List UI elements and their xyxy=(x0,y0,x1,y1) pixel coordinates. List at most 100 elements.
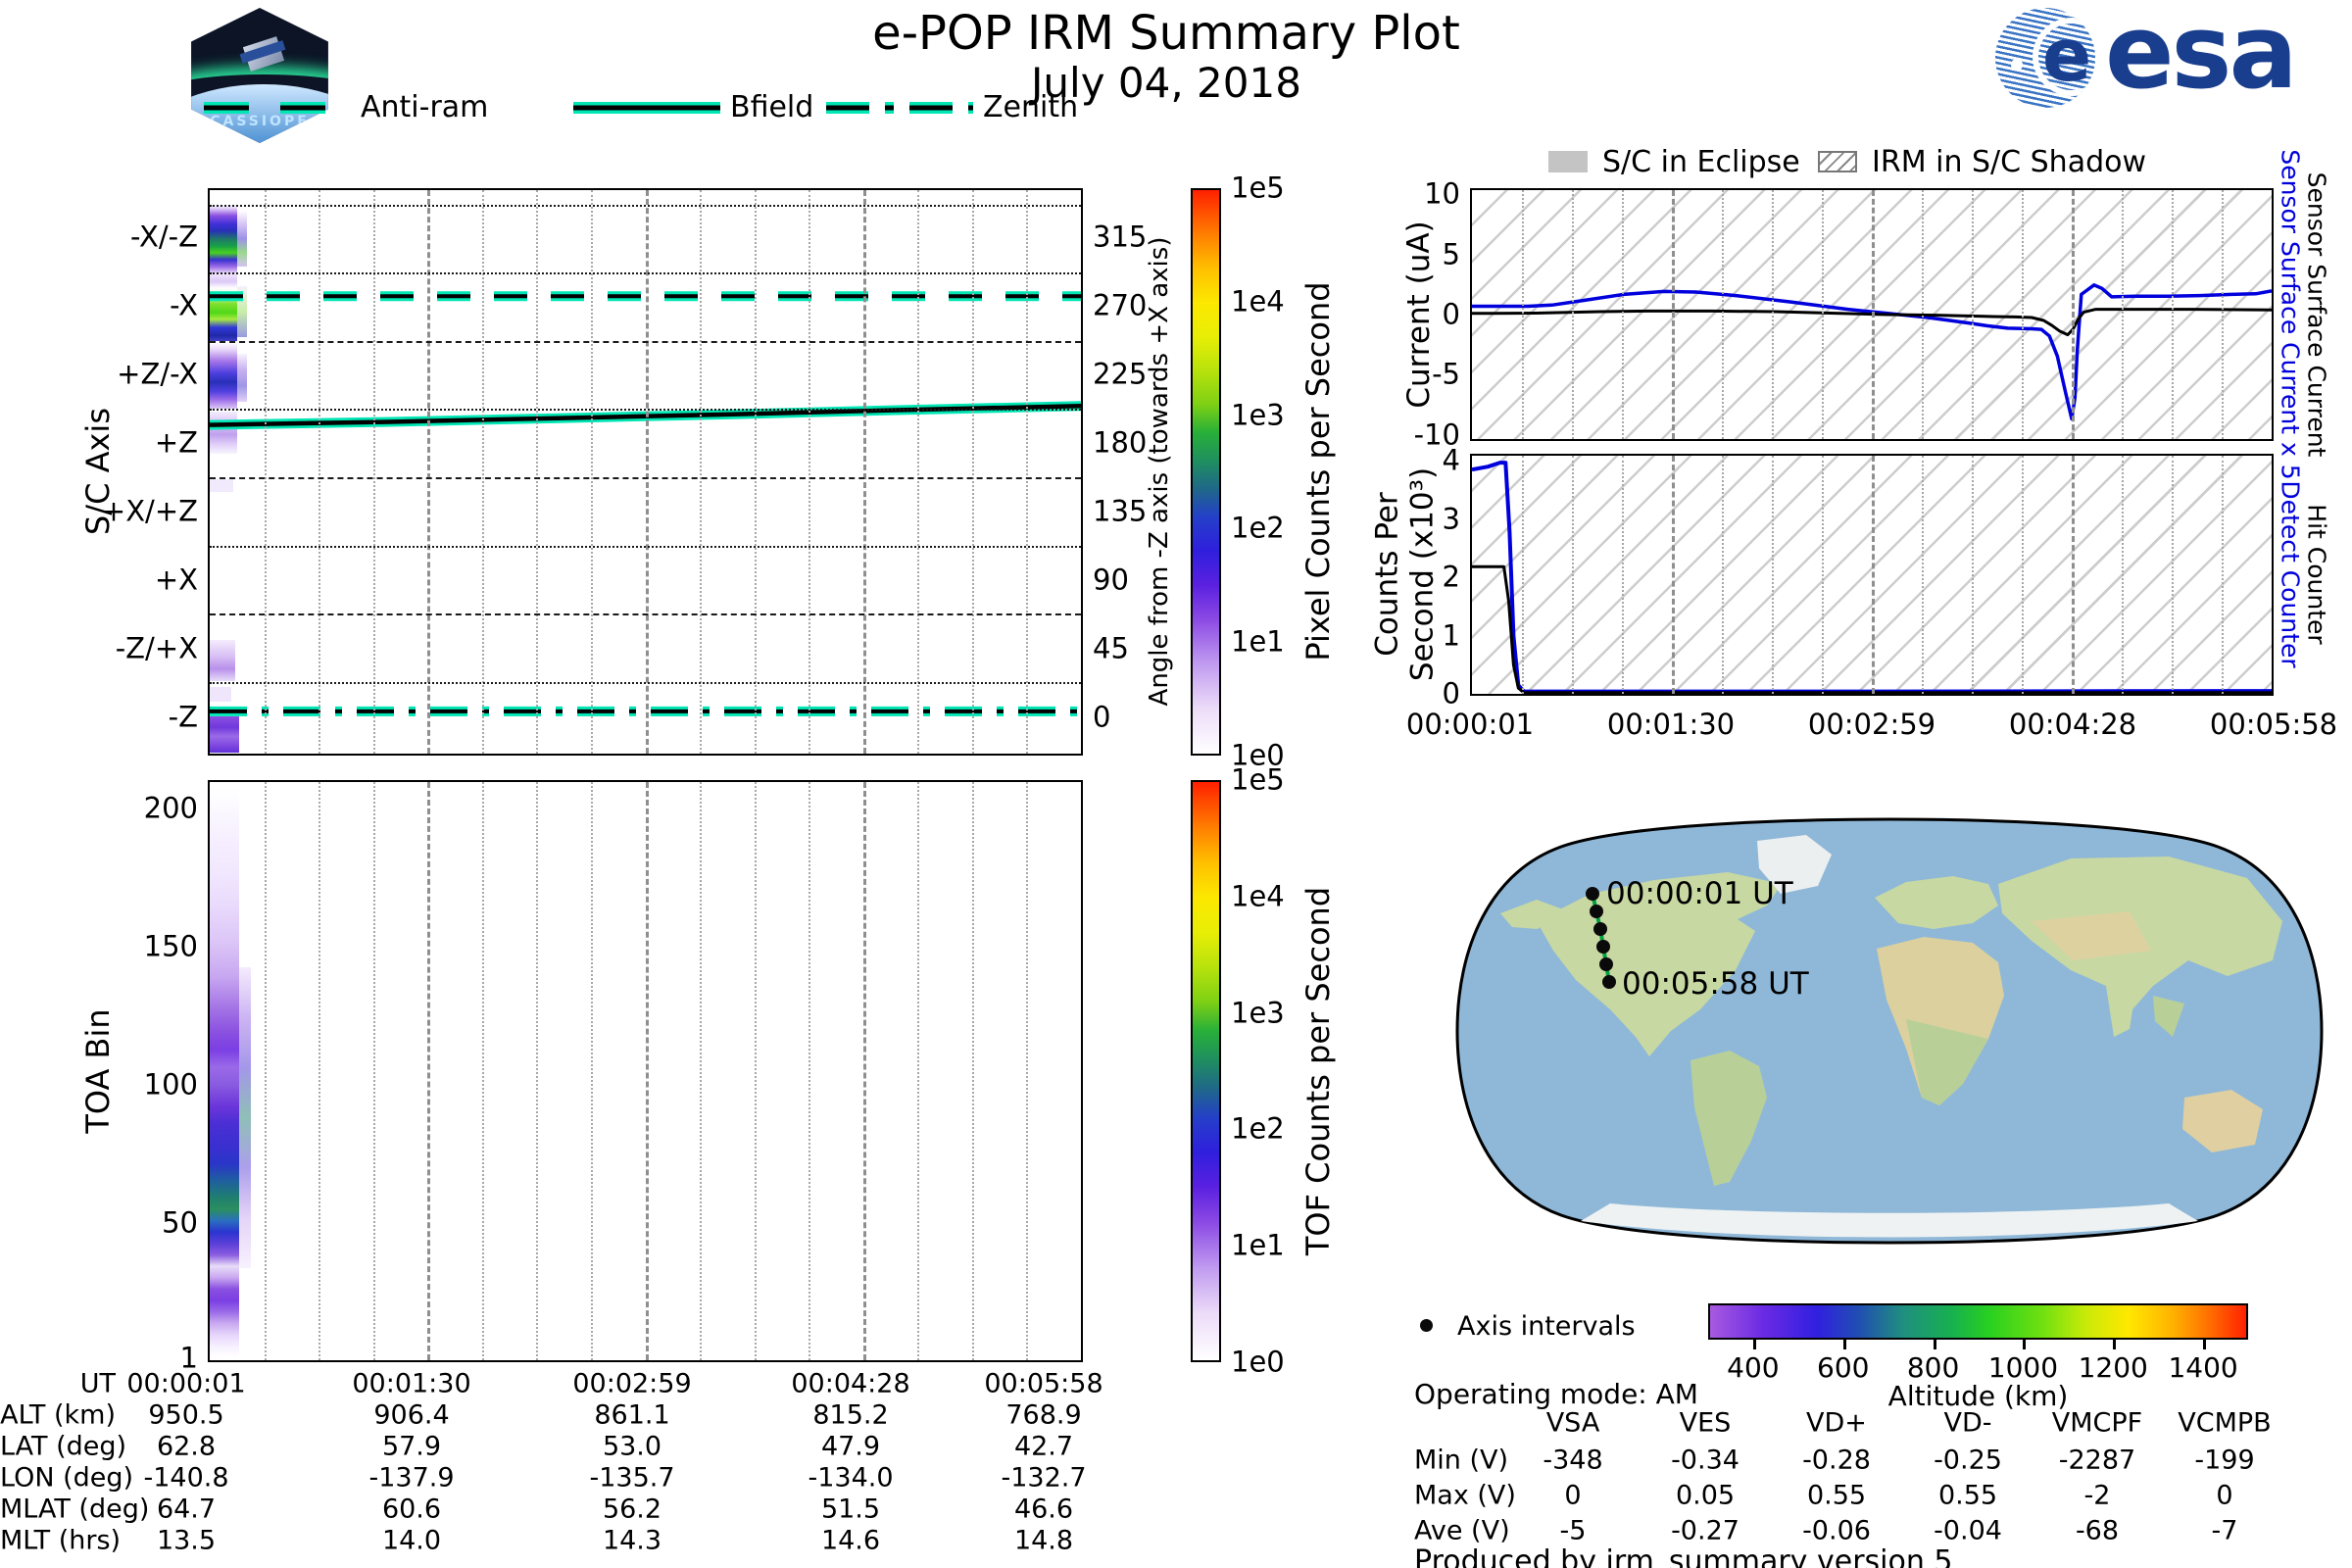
time-tick-label: 00:00:01 xyxy=(1405,708,1535,741)
grid-line xyxy=(971,782,974,1360)
ephemeris-cell: -135.7 xyxy=(589,1462,675,1494)
sector-boundary-line xyxy=(210,476,1081,479)
altitude-tick-mark xyxy=(1842,1340,1846,1349)
colorbar-tick-label: 1e5 xyxy=(1231,171,1285,205)
grid-line xyxy=(427,190,431,754)
voltage-cell: -7 xyxy=(2211,1515,2238,1546)
ephemeris-cell: 00:00:01 xyxy=(126,1368,246,1399)
legend-label-zenith: Zenith xyxy=(983,90,1079,124)
sc-axis-sector-label: +X xyxy=(154,563,198,597)
voltage-cell: -0.27 xyxy=(1671,1515,1740,1546)
voltage-table: VSA VES VD+ VD- VMCPF VCMPB Min (V) -348 -0.34 -0… xyxy=(1414,1409,2335,1546)
time-axis-labels: 00:00:01 00:01:30 00:02:59 00:04:28 00:05:58 xyxy=(1406,708,2337,743)
ephemeris-cell: 861.1 xyxy=(594,1399,670,1431)
ephemeris-cell: 64.7 xyxy=(156,1494,217,1525)
sector-boundary-line xyxy=(210,545,1081,548)
ephemeris-cell: 00:05:58 xyxy=(984,1368,1103,1399)
tof-colorbar-ticks: 1e5 1e4 1e3 1e2 1e1 1e0 xyxy=(1231,765,1309,1376)
time-tick-label: 00:05:58 xyxy=(2209,708,2338,741)
esa-wordmark: esa xyxy=(2105,0,2298,112)
colorbar-tick-label: 1e0 xyxy=(1231,1345,1285,1379)
voltage-col-header: VCMPB xyxy=(2178,1407,2272,1439)
grid-line xyxy=(1972,190,1974,439)
grid-line xyxy=(2172,456,2174,694)
grid-line xyxy=(1622,190,1624,439)
grid-line xyxy=(481,190,484,754)
voltage-cell: 0.55 xyxy=(1806,1480,1867,1511)
grid-line xyxy=(1872,456,1875,694)
ephemeris-table: UT 00:00:01 00:01:30 00:02:59 00:04:28 00:05:… xyxy=(0,1370,1156,1566)
ephemeris-cell: 51.5 xyxy=(820,1494,881,1525)
angle-tick-label: 270 xyxy=(1093,288,1148,322)
grid-line xyxy=(1572,190,1574,439)
ephemeris-cell: 13.5 xyxy=(156,1525,217,1556)
sector-boundary-line xyxy=(210,204,1081,207)
sc-axis-sector-label: +Z xyxy=(154,425,198,460)
altitude-tick-mark xyxy=(2023,1340,2027,1349)
grid-line xyxy=(590,190,593,754)
ephemeris-cell: 14.0 xyxy=(381,1525,442,1556)
track-end-label: 00:05:58 UT xyxy=(1622,966,1810,1002)
voltage-cell: -199 xyxy=(2194,1445,2255,1476)
grid-line xyxy=(1026,782,1029,1360)
operating-mode-label: Operating mode: AM xyxy=(1414,1378,1698,1410)
grid-line xyxy=(264,782,267,1360)
track-start-label: 00:00:01 UT xyxy=(1606,876,1794,911)
zenith-line-sample xyxy=(826,102,973,114)
voltage-row-label: Min (V) xyxy=(1414,1445,1509,1476)
current-ytick-labels: 10 5 0 -5 -10 xyxy=(1362,179,1460,449)
angle-axis-label: Angle from -Z axis (towards +X axis) xyxy=(1145,236,1174,707)
counts-tick-label: 3 xyxy=(1442,502,1460,536)
voltage-cell: 0.55 xyxy=(1937,1480,1998,1511)
axis-intervals-marker-icon xyxy=(1420,1319,1433,1332)
grid-line xyxy=(862,190,866,754)
sc-axis-sector-label: +X/+Z xyxy=(101,494,198,528)
pixel-colorbar-ticks: 1e5 1e4 1e3 1e2 1e1 1e0 xyxy=(1231,173,1309,769)
counts-right-label-black: Hit Counter xyxy=(2302,504,2331,645)
counts-tick-label: 1 xyxy=(1442,618,1460,653)
anti-ram-line-sample xyxy=(204,102,351,114)
angle-tick-label: 90 xyxy=(1093,563,1129,597)
voltage-cell: -2 xyxy=(2083,1480,2111,1511)
voltage-row-label: Ave (V) xyxy=(1414,1515,1510,1546)
voltage-cell: -68 xyxy=(2075,1515,2120,1546)
grid-line xyxy=(1672,456,1675,694)
ephemeris-cell: 57.9 xyxy=(381,1431,442,1462)
angle-tick-label: 225 xyxy=(1093,357,1148,391)
colorbar-tick-label: 1e2 xyxy=(1231,1111,1285,1146)
grid-line xyxy=(971,190,974,754)
time-tick-label: 00:04:28 xyxy=(2008,708,2137,741)
grid-line xyxy=(481,782,484,1360)
ephemeris-cell: 42.7 xyxy=(1013,1431,1074,1462)
grid-line xyxy=(590,782,593,1360)
voltage-col-header: VD- xyxy=(1943,1407,1992,1439)
angle-tick-label: 0 xyxy=(1093,700,1111,734)
angle-tick-label: 135 xyxy=(1093,494,1148,528)
grid-line xyxy=(264,190,267,754)
colorbar-tick-label: 1e3 xyxy=(1231,398,1285,432)
ephemeris-cell: 56.2 xyxy=(602,1494,662,1525)
ephemeris-cell: -140.8 xyxy=(143,1462,229,1494)
current-right-label-blue: Sensor Surface Current x 5 xyxy=(2276,149,2305,480)
grid-line xyxy=(645,190,649,754)
grid-line xyxy=(917,782,920,1360)
tof-spectrogram-column xyxy=(239,966,251,1268)
voltage-cell: -5 xyxy=(1559,1515,1587,1546)
grid-line xyxy=(1672,190,1675,439)
grid-line xyxy=(318,190,321,754)
produced-by-footer: Produced by irm_summary version 5 xyxy=(1414,1544,1953,1568)
voltage-cell: 0.05 xyxy=(1675,1480,1736,1511)
sector-boundary-line xyxy=(210,613,1081,616)
ground-track-map: 00:00:01 UT 00:05:58 UT xyxy=(1455,817,2324,1245)
sc-axis-sector-label: -X/-Z xyxy=(130,220,198,254)
grid-line xyxy=(1822,456,1824,694)
legend-label-eclipse: S/C in Eclipse xyxy=(1602,145,1800,179)
grid-line xyxy=(372,190,375,754)
grid-line xyxy=(427,782,431,1360)
altitude-colorbar xyxy=(1708,1303,2248,1340)
angle-tick-label: 180 xyxy=(1093,425,1148,460)
grid-line xyxy=(1026,190,1029,754)
time-tick-label: 00:01:30 xyxy=(1606,708,1736,741)
cassiope-mission-badge: CASSIOPE xyxy=(185,2,334,149)
counts-right-label-blue: Detect Counter xyxy=(2276,480,2305,668)
